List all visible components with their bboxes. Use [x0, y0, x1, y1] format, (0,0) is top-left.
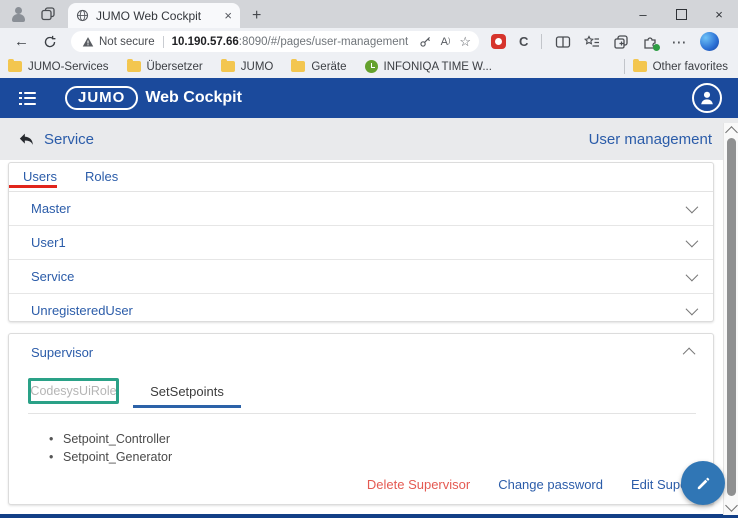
user-row-unregistereduser[interactable]: UnregisteredUser: [9, 294, 713, 327]
tab-title: JUMO Web Cockpit: [96, 9, 217, 23]
scrollbar-thumb[interactable]: [727, 138, 736, 496]
menu-icon[interactable]: [19, 92, 36, 105]
folder-icon: [291, 61, 305, 72]
minimize-button[interactable]: –: [624, 0, 662, 28]
adblock-extension-icon[interactable]: [491, 34, 506, 49]
setpoints-list: Setpoint_Controller Setpoint_Generator: [49, 430, 172, 466]
refresh-icon[interactable]: [43, 35, 57, 49]
bookmarks-bar: JUMO-Services Übersetzer JUMO Geräte INF…: [0, 55, 738, 78]
user-row-service[interactable]: Service: [9, 260, 713, 294]
active-subtab-underline: [133, 405, 241, 408]
url-text[interactable]: 10.190.57.66:8090/#/pages/user-managemen…: [172, 36, 410, 48]
subtab-codesysuirole[interactable]: CodesysUiRole: [30, 384, 116, 398]
page-scrollbar[interactable]: [723, 123, 738, 515]
address-bar[interactable]: Not secure 10.190.57.66:8090/#/pages/use…: [71, 31, 479, 52]
workspaces-icon[interactable]: [40, 6, 56, 22]
collections-icon[interactable]: [613, 34, 629, 50]
bookmark-jumo[interactable]: JUMO: [221, 61, 274, 73]
clock-icon: [365, 60, 378, 73]
chevron-down-icon: [686, 201, 699, 214]
service-bar: Service User management: [0, 118, 738, 160]
back-arrow-icon[interactable]: [18, 132, 35, 147]
c-extension-icon[interactable]: C: [519, 34, 528, 49]
window-close-button[interactable]: ×: [700, 0, 738, 28]
favorite-star-icon[interactable]: ☆: [459, 34, 471, 50]
user-avatar-icon[interactable]: [692, 83, 722, 113]
list-item: Setpoint_Controller: [49, 430, 172, 448]
jumo-logo: JUMO: [65, 86, 138, 110]
folder-icon: [127, 61, 141, 72]
bookmark-jumo-services[interactable]: JUMO-Services: [8, 61, 109, 73]
tab-close-icon[interactable]: ×: [224, 8, 232, 23]
folder-icon: [633, 61, 647, 72]
other-favorites[interactable]: Other favorites: [633, 61, 728, 73]
bookmark-infoniqa[interactable]: INFONIQA TIME W...: [365, 60, 492, 73]
not-secure-label[interactable]: Not secure: [99, 36, 155, 48]
scroll-down-icon[interactable]: [725, 499, 738, 512]
copilot-icon[interactable]: [700, 32, 719, 51]
chevron-down-icon: [686, 235, 699, 248]
folder-icon: [8, 61, 22, 72]
change-password-button[interactable]: Change password: [498, 477, 603, 492]
extension-check-icon[interactable]: [642, 34, 658, 50]
pencil-icon: [695, 475, 712, 492]
active-tab-underline: [9, 185, 57, 188]
app-title: Web Cockpit: [145, 89, 242, 107]
browser-titlebar: JUMO Web Cockpit × + – ×: [0, 0, 738, 28]
bookmark-geraete[interactable]: Geräte: [291, 61, 346, 73]
highlight-box: CodesysUiRole: [28, 378, 119, 404]
bookmark-uebersetzer[interactable]: Übersetzer: [127, 61, 203, 73]
folder-icon: [221, 61, 235, 72]
read-aloud-icon[interactable]: A): [441, 36, 451, 48]
chevron-up-icon: [683, 348, 696, 361]
user-row-supervisor[interactable]: Supervisor: [9, 334, 713, 371]
window-bottom-edge: [0, 514, 738, 518]
subtab-setsetpoints[interactable]: SetSetpoints: [133, 378, 241, 404]
split-screen-icon[interactable]: [555, 34, 571, 50]
service-back-label[interactable]: Service: [44, 131, 94, 148]
user-row-master[interactable]: Master: [9, 192, 713, 226]
scroll-up-icon[interactable]: [725, 126, 738, 139]
delete-supervisor-button[interactable]: Delete Supervisor: [367, 477, 470, 492]
supervisor-card: Supervisor CodesysUiRole SetSetpoints Se…: [8, 333, 714, 505]
back-icon[interactable]: ←: [14, 33, 29, 50]
tab-roles[interactable]: Roles: [85, 169, 118, 186]
page-title: User management: [589, 131, 712, 148]
maximize-button[interactable]: [662, 0, 700, 28]
browser-profile-icon[interactable]: [10, 6, 26, 22]
browser-tab[interactable]: JUMO Web Cockpit ×: [68, 3, 240, 28]
users-card: Users Roles Master User1 Service Unregis…: [8, 162, 714, 322]
settings-more-icon[interactable]: ⋯: [671, 33, 687, 51]
tab-favicon-globe-icon: [76, 9, 89, 22]
chevron-down-icon: [686, 303, 699, 316]
browser-toolbar: ← Not secure 10.190.57.66:8090/#/pages/u…: [0, 28, 738, 55]
user-row-user1[interactable]: User1: [9, 226, 713, 260]
not-secure-warning-icon: [82, 36, 94, 48]
edit-fab-button[interactable]: [681, 461, 725, 505]
chevron-down-icon: [686, 269, 699, 282]
new-tab-button[interactable]: +: [252, 7, 261, 25]
favorites-hub-icon[interactable]: [584, 34, 600, 50]
list-item: Setpoint_Generator: [49, 448, 172, 466]
key-icon[interactable]: [419, 35, 432, 48]
app-header: JUMO Web Cockpit: [0, 78, 738, 118]
tab-users[interactable]: Users: [23, 169, 57, 186]
